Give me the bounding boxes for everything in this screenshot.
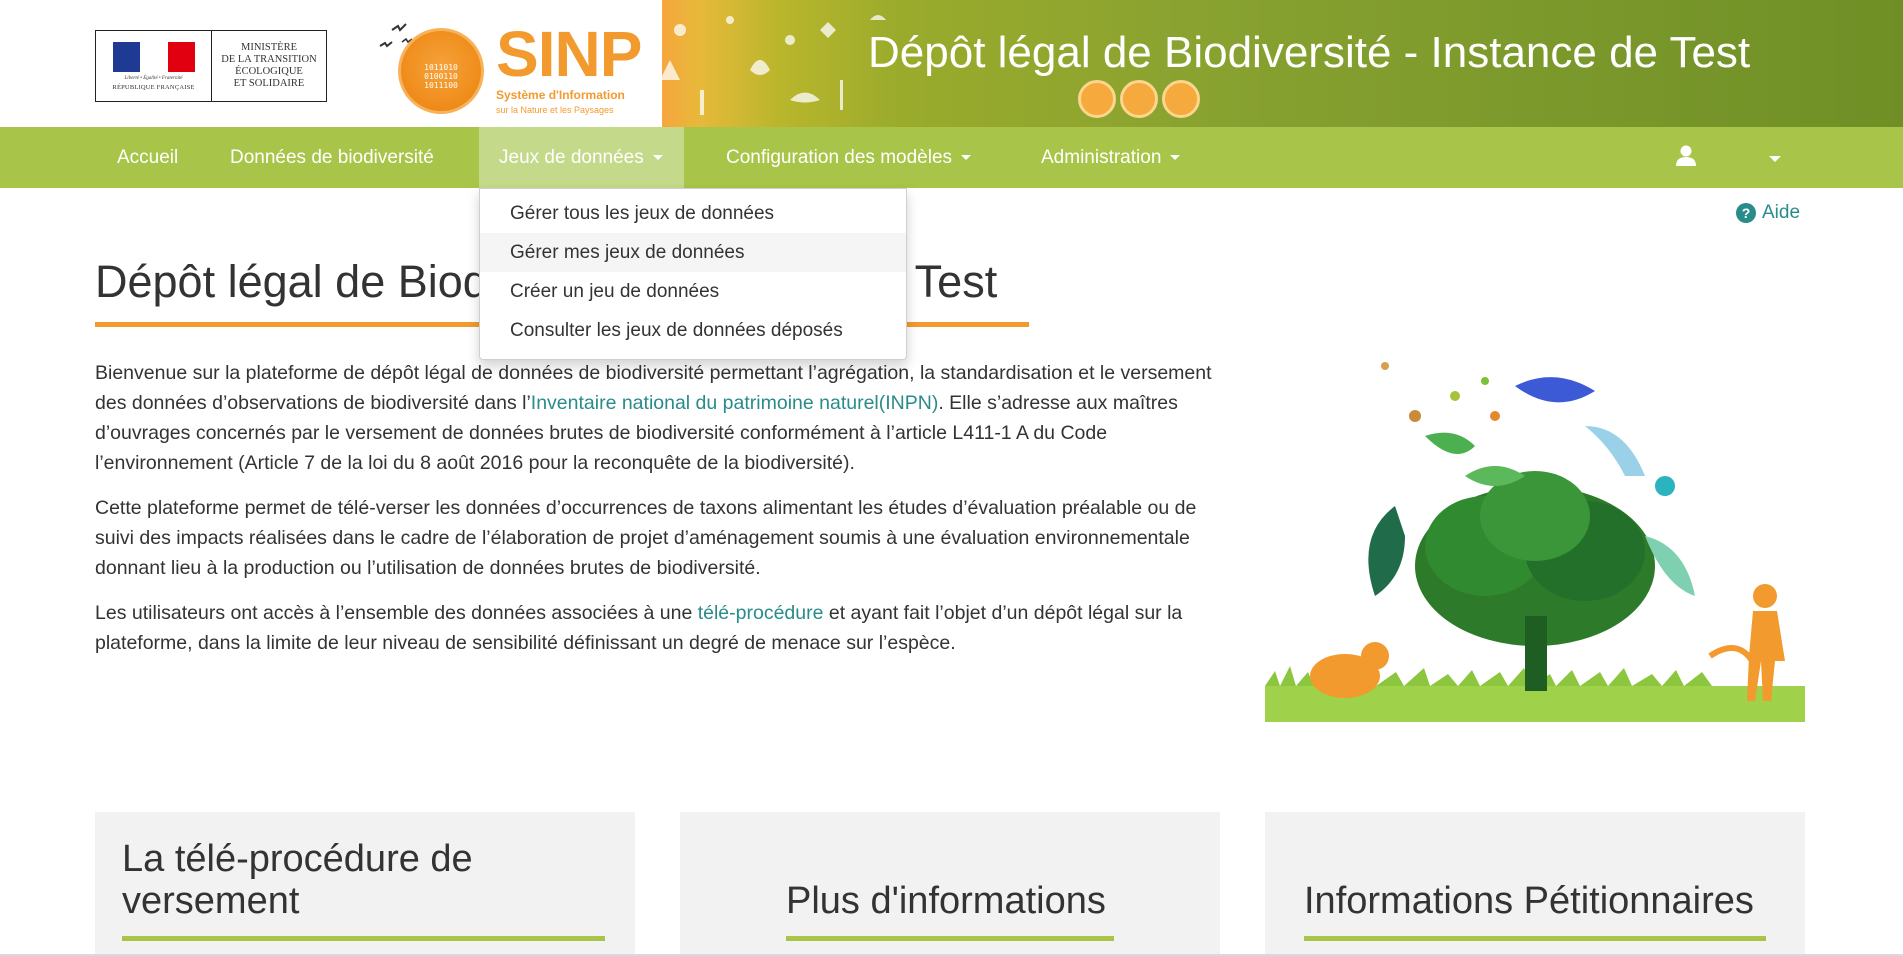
sinp-globe-icon: 1011010 0100110 1011100 [398, 28, 484, 114]
menu-item-creer[interactable]: Créer un jeu de données [480, 272, 906, 311]
intro-text: Bienvenue sur la plateforme de dépôt lég… [95, 358, 1225, 673]
user-menu-caret-icon[interactable] [1769, 156, 1781, 162]
nav-label: Administration [1041, 147, 1162, 168]
nav-accueil[interactable]: Accueil [117, 127, 178, 188]
sinp-title: SINP [496, 18, 642, 90]
caret-down-icon [652, 155, 663, 161]
jeux-de-donnees-dropdown: Gérer tous les jeux de données Gérer mes… [479, 188, 907, 360]
biodiversity-illustration [1265, 362, 1805, 722]
republic-motto: Liberté • Égalité • Fraternité [124, 75, 183, 81]
caret-down-icon [1170, 155, 1181, 161]
card-title-line: La télé-procédure de [122, 838, 473, 880]
republic-name: RÉPUBLIQUE FRANÇAISE [112, 83, 195, 91]
question-circle-icon: ? [1736, 203, 1756, 223]
nav-label: Données de biodiversité [230, 147, 434, 168]
tele-procedure-link[interactable]: télé-procédure [698, 602, 824, 624]
user-icon[interactable] [1675, 145, 1697, 167]
ministry-name: MINISTÈRE DE LA TRANSITION ÉCOLOGIQUE ET… [212, 31, 326, 101]
card-title: La télé-procédure de versement [122, 838, 473, 922]
ministry-line: DE LA TRANSITION [221, 54, 317, 65]
card-tele-procedure[interactable]: La télé-procédure de versement [95, 812, 635, 956]
ministry-line: ÉCOLOGIQUE [235, 66, 303, 77]
site-title: Dépôt légal de Biodiversité - Instance d… [868, 28, 1751, 77]
menu-item-gerer-mes[interactable]: Gérer mes jeux de données [480, 233, 906, 272]
card-underline [122, 936, 605, 941]
nav-label: Jeux de données [499, 147, 644, 168]
help-link[interactable]: ? Aide [1736, 202, 1800, 224]
ministry-line: ET SOLIDAIRE [233, 78, 305, 89]
caret-down-icon [961, 155, 972, 161]
sun-badge-icon [1162, 80, 1200, 118]
card-title-line: versement [122, 880, 300, 922]
header-banner: Liberté • Égalité • Fraternité RÉPUBLIQU… [0, 0, 1903, 127]
sinp-logo[interactable]: 1011010 0100110 1011100 SINP Système d'Inf… [372, 10, 662, 122]
marianne-flag-icon [112, 41, 195, 72]
nav-jeux-de-donnees[interactable]: Jeux de données [479, 127, 684, 188]
intro-paragraph: Les utilisateurs ont accès à l’ensemble … [95, 598, 1225, 658]
nav-configuration-modeles[interactable]: Configuration des modèles [726, 127, 972, 188]
card-underline [786, 936, 1114, 941]
nav-label: Configuration des modèles [726, 147, 953, 168]
nav-administration[interactable]: Administration [1041, 127, 1181, 188]
sinp-circle-text: 1011010 0100110 1011100 [424, 63, 458, 90]
nav-label: Accueil [117, 147, 179, 168]
sinp-subtitle: Système d'Information [496, 88, 625, 102]
ministry-line: MINISTÈRE [240, 42, 297, 53]
text: Les utilisateurs ont accès à l’ensemble … [95, 602, 698, 624]
inpn-link[interactable]: Inventaire national du patrimoine nature… [531, 392, 939, 414]
intro-paragraph: Cette plateforme permet de télé-verser l… [95, 497, 1197, 579]
menu-item-consulter[interactable]: Consulter les jeux de données déposés [480, 311, 906, 350]
card-title: Plus d'informations [786, 880, 1106, 922]
sinp-tagline: sur la Nature et les Paysages [496, 105, 614, 115]
main-navbar: Accueil Données de biodiversité Jeux de … [0, 127, 1903, 188]
intro-paragraph: Bienvenue sur la plateforme de dépôt lég… [95, 358, 1225, 478]
nav-donnees-biodiversite[interactable]: Données de biodiversité [230, 127, 434, 188]
menu-item-gerer-tous[interactable]: Gérer tous les jeux de données [480, 194, 906, 233]
mountain-badge-icon [1120, 80, 1158, 118]
card-title: Informations Pétitionnaires [1304, 880, 1754, 922]
title-badges [1078, 80, 1200, 118]
help-label: Aide [1762, 202, 1801, 223]
landscape-badge-icon [1078, 80, 1116, 118]
marianne-block: Liberté • Égalité • Fraternité RÉPUBLIQU… [96, 31, 212, 101]
card-plus-informations[interactable]: Plus d'informations [680, 812, 1220, 956]
ministry-logo[interactable]: Liberté • Égalité • Fraternité RÉPUBLIQU… [95, 30, 327, 102]
card-underline [1304, 936, 1766, 941]
card-informations-petitionnaires[interactable]: Informations Pétitionnaires [1265, 812, 1805, 956]
